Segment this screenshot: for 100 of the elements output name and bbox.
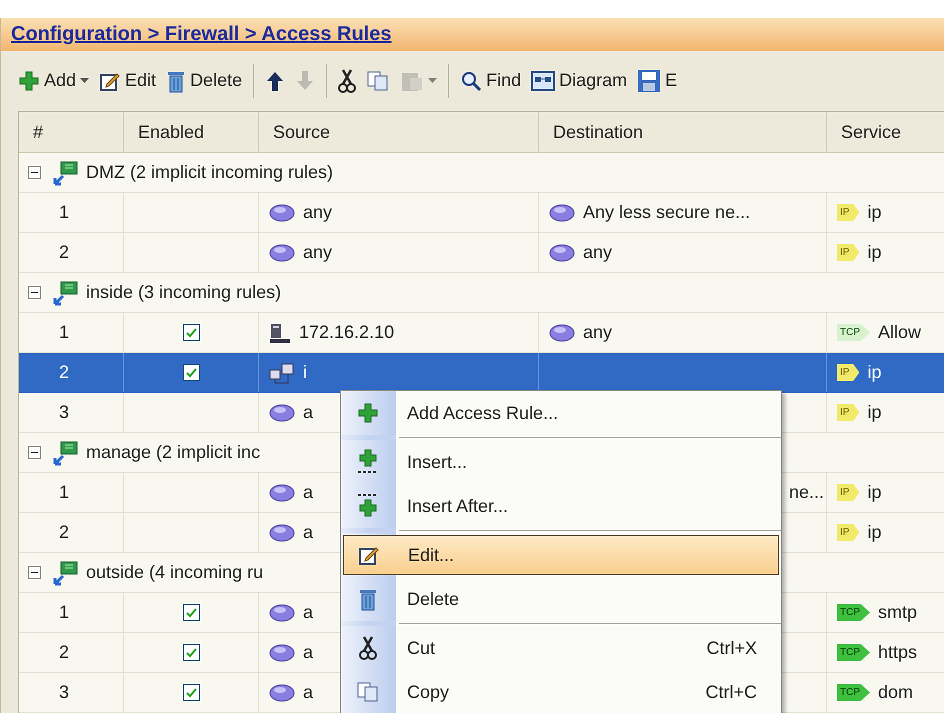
row-number: 3 bbox=[59, 681, 70, 704]
protocol-tag: IP bbox=[837, 524, 860, 541]
cell-text: any bbox=[583, 241, 612, 264]
cell-text: any bbox=[303, 241, 332, 264]
column-header[interactable]: # bbox=[19, 112, 124, 152]
scissors-icon bbox=[359, 635, 377, 661]
caret-icon bbox=[428, 78, 438, 84]
cloud-icon bbox=[549, 322, 575, 342]
shortcut-text: Ctrl+C bbox=[705, 680, 757, 704]
cloud-icon bbox=[269, 202, 295, 222]
copy-icon bbox=[366, 70, 390, 92]
cloud-icon bbox=[549, 242, 575, 262]
table-row[interactable]: 1 any Any less secure ne... IP ip bbox=[19, 193, 944, 233]
copy-icon bbox=[356, 681, 380, 703]
cloud-icon bbox=[549, 202, 575, 222]
cell-text: Any less secure ne... bbox=[583, 201, 750, 224]
protocol-tag: IP bbox=[837, 404, 860, 421]
checkbox[interactable] bbox=[182, 644, 200, 661]
protocol-tag: TCP bbox=[837, 644, 870, 661]
table-row[interactable]: 2 any any IP ip bbox=[19, 233, 944, 273]
toolbar-button[interactable]: E bbox=[634, 62, 680, 99]
row-number: 1 bbox=[59, 601, 70, 624]
protocol-tag: IP bbox=[837, 364, 860, 381]
menu-item[interactable]: Insert After... bbox=[343, 486, 779, 526]
menu-item[interactable]: Copy Ctrl+C bbox=[343, 672, 779, 712]
menu-item[interactable]: Add Access Rule... bbox=[343, 393, 779, 433]
menu-item[interactable]: Cut Ctrl+X bbox=[343, 628, 779, 668]
group-label: outside (4 incoming ru bbox=[86, 561, 264, 584]
diagram-icon bbox=[531, 70, 556, 91]
collapse-toggle[interactable] bbox=[28, 566, 41, 579]
collapse-toggle[interactable] bbox=[28, 286, 41, 299]
cell-text: ip bbox=[867, 201, 882, 224]
down-arrow-icon bbox=[295, 70, 316, 92]
computer-icon bbox=[269, 322, 291, 344]
toolbar-button[interactable]: Add bbox=[15, 62, 92, 99]
cell-text: ip bbox=[867, 521, 882, 544]
group-label: manage (2 implicit inc bbox=[86, 441, 260, 464]
protocol-tag: TCP bbox=[837, 684, 870, 701]
cell-text: a bbox=[303, 481, 314, 504]
column-header[interactable]: Destination bbox=[539, 112, 827, 152]
cloud-icon bbox=[269, 402, 295, 422]
checkbox[interactable] bbox=[182, 604, 200, 621]
cell-text: ip bbox=[867, 481, 882, 504]
collapse-toggle[interactable] bbox=[28, 446, 41, 459]
toolbar-button[interactable]: Delete bbox=[163, 62, 246, 99]
cell-text: https bbox=[878, 641, 918, 664]
menu-item[interactable]: Delete bbox=[343, 579, 779, 619]
cell-text: a bbox=[303, 521, 314, 544]
plus-icon bbox=[18, 70, 40, 92]
cell-text: Allow bbox=[878, 321, 922, 344]
group-label: inside (3 incoming rules) bbox=[86, 281, 282, 304]
cell-text: ip bbox=[867, 361, 882, 384]
menu-item[interactable]: Edit... bbox=[343, 535, 779, 575]
row-number: 2 bbox=[59, 641, 70, 664]
toolbar-button[interactable]: Edit bbox=[96, 62, 160, 99]
menu-item[interactable]: Insert... bbox=[343, 442, 779, 482]
row-number: 1 bbox=[59, 481, 70, 504]
column-header[interactable]: Enabled bbox=[124, 112, 259, 152]
cell-text: 172.16.2.10 bbox=[299, 321, 394, 344]
checkbox[interactable] bbox=[182, 684, 200, 701]
checkbox[interactable] bbox=[182, 324, 200, 341]
row-number: 1 bbox=[59, 201, 70, 224]
cloud-icon bbox=[269, 522, 295, 542]
cell-text: dom bbox=[878, 681, 914, 704]
caret-icon bbox=[80, 78, 90, 84]
scissors-icon bbox=[338, 68, 356, 94]
minus-icon bbox=[31, 169, 38, 176]
cell-text: a bbox=[303, 641, 314, 664]
cloud-icon bbox=[269, 602, 295, 622]
cloud-icon bbox=[269, 642, 295, 662]
cell-text: i bbox=[303, 361, 307, 384]
cloud-icon bbox=[269, 682, 295, 702]
cell-text: a bbox=[303, 601, 314, 624]
cell-text: any bbox=[303, 201, 332, 224]
cell-text: any bbox=[583, 321, 612, 344]
checkbox[interactable] bbox=[182, 364, 200, 381]
collapse-toggle[interactable] bbox=[28, 166, 41, 179]
up-arrow-icon bbox=[265, 70, 286, 92]
toolbar-button[interactable]: Diagram bbox=[528, 62, 630, 99]
cell-text: ip bbox=[867, 241, 882, 264]
column-header[interactable]: Service bbox=[827, 112, 944, 152]
row-number: 2 bbox=[59, 521, 70, 544]
selected-row[interactable]: 2 i IP ip bbox=[19, 353, 944, 393]
minus-icon bbox=[31, 289, 38, 296]
row-number: 2 bbox=[59, 361, 70, 384]
row-number: 1 bbox=[59, 321, 70, 344]
search-icon bbox=[460, 70, 482, 92]
cell-text: a bbox=[303, 681, 314, 704]
group-label: DMZ (2 implicit incoming rules) bbox=[86, 161, 334, 184]
network-computers-icon bbox=[269, 362, 295, 384]
protocol-tag: TCP bbox=[837, 324, 870, 341]
toolbar-button[interactable]: Find bbox=[457, 62, 524, 99]
column-header[interactable]: Source bbox=[259, 112, 539, 152]
cloud-icon bbox=[269, 242, 295, 262]
minus-icon bbox=[31, 569, 38, 576]
cloud-icon bbox=[269, 482, 295, 502]
row-number: 3 bbox=[59, 401, 70, 424]
protocol-tag: IP bbox=[837, 204, 860, 221]
cell-text: a bbox=[303, 401, 314, 424]
shortcut-text: Ctrl+X bbox=[706, 636, 757, 660]
